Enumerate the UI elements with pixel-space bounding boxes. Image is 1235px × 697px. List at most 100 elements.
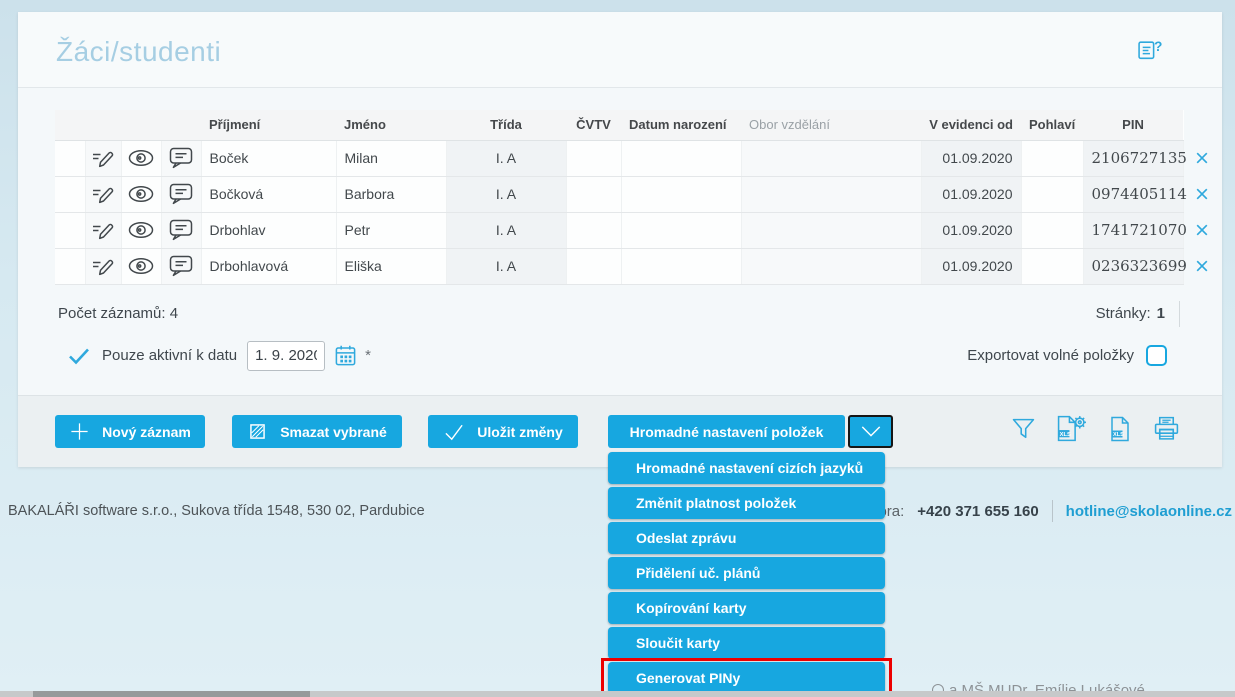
header-surname[interactable]: Příjmení xyxy=(201,110,336,140)
cell-cvtv xyxy=(566,140,621,176)
pin-value: 2106727135 xyxy=(1092,149,1187,167)
menu-item-change-validity[interactable]: Změnit platnost položek xyxy=(608,487,885,519)
scrollbar-thumb[interactable] xyxy=(33,691,310,697)
cell-pin: 1741721070 xyxy=(1083,212,1183,248)
pin-value: 0236323699 xyxy=(1092,257,1187,275)
record-count-label: Počet záznamů: xyxy=(58,305,166,322)
header-blank xyxy=(121,110,161,140)
table-summary: Počet záznamů: 4 Stránky: 1 xyxy=(58,301,1180,327)
delete-selected-button[interactable]: Smazat vybrané xyxy=(232,415,402,448)
header-blank xyxy=(85,110,121,140)
pages-value[interactable]: 1 xyxy=(1157,305,1165,322)
eye-icon[interactable] xyxy=(121,176,161,212)
record-count-value: 4 xyxy=(170,305,178,322)
header-gender[interactable]: Pohlaví xyxy=(1021,110,1083,140)
xls-gear-icon[interactable] xyxy=(1056,415,1087,442)
header-blank xyxy=(55,110,85,140)
footer-divider xyxy=(1052,500,1053,522)
bulk-settings-button[interactable]: Hromadné nastavení položek xyxy=(608,415,845,448)
clear-pin-x-icon[interactable] xyxy=(1196,224,1208,236)
row-select-cell xyxy=(55,176,85,212)
cell-since: 01.09.2020 xyxy=(921,140,1021,176)
new-record-label: Nový záznam xyxy=(102,424,191,440)
cell-pin: 0974405114 xyxy=(1083,176,1183,212)
menu-item-bulk-foreign-languages[interactable]: Hromadné nastavení cizích jazyků xyxy=(608,452,885,484)
table-row: Bočková Barbora I. A 01.09.2020 09744051… xyxy=(55,176,1183,212)
edit-pencil-icon[interactable] xyxy=(85,212,121,248)
cell-field xyxy=(741,248,921,284)
export-tools xyxy=(1012,415,1180,442)
table-row: Drbohlav Petr I. A 01.09.2020 1741721070 xyxy=(55,212,1183,248)
speech-bubble-icon[interactable] xyxy=(161,176,201,212)
cell-name: Petr xyxy=(336,212,446,248)
cell-field xyxy=(741,140,921,176)
support-email-link[interactable]: hotline@skolaonline.cz xyxy=(1066,503,1232,520)
header-class[interactable]: Třída xyxy=(446,110,566,140)
cell-gender xyxy=(1021,140,1083,176)
clear-pin-x-icon[interactable] xyxy=(1196,152,1208,164)
header-since[interactable]: V evidenci od xyxy=(921,110,1021,140)
speech-bubble-icon[interactable] xyxy=(161,140,201,176)
cell-gender xyxy=(1021,248,1083,284)
filter-row: Pouze aktivní k datu * Exportovat volné … xyxy=(68,341,1167,371)
footer-company: BAKALÁŘI software s.r.o., Sukova třída 1… xyxy=(8,503,425,519)
cell-surname: Bočková xyxy=(201,176,336,212)
cell-name: Barbora xyxy=(336,176,446,212)
xls-file-icon[interactable] xyxy=(1108,416,1132,442)
menu-item-copy-card[interactable]: Kopírování karty xyxy=(608,592,885,624)
cell-field xyxy=(741,176,921,212)
header-birthdate[interactable]: Datum narození xyxy=(621,110,741,140)
panel-header: Žáci/studenti xyxy=(18,12,1222,88)
printer-icon[interactable] xyxy=(1153,416,1180,441)
edit-pencil-icon[interactable] xyxy=(85,176,121,212)
cell-surname: Drbohlavová xyxy=(201,248,336,284)
help-icon[interactable] xyxy=(1137,38,1164,63)
header-field[interactable]: Obor vzdělání xyxy=(741,110,921,140)
header-cvtv[interactable]: ČVTV xyxy=(566,110,621,140)
cell-field xyxy=(741,212,921,248)
date-input[interactable] xyxy=(247,341,325,371)
cell-birthdate xyxy=(621,248,741,284)
eye-icon[interactable] xyxy=(121,140,161,176)
cell-pin: 0236323699 xyxy=(1083,248,1183,284)
header-name[interactable]: Jméno xyxy=(336,110,446,140)
cell-cvtv xyxy=(566,212,621,248)
menu-item-merge-cards[interactable]: Sloučit karty xyxy=(608,627,885,659)
clear-pin-x-icon[interactable] xyxy=(1196,188,1208,200)
cell-birthdate xyxy=(621,212,741,248)
pagination: Stránky: 1 xyxy=(1096,301,1180,327)
bulk-settings-label: Hromadné nastavení položek xyxy=(630,424,824,440)
export-label: Exportovat volné položky xyxy=(967,347,1134,364)
export-checkbox[interactable] xyxy=(1146,345,1167,366)
students-panel: Žáci/studenti Příjmení Jméno Třída ČVTV … xyxy=(18,12,1222,467)
cell-surname: Drbohlav xyxy=(201,212,336,248)
menu-item-generate-pins[interactable]: Generovat PINy xyxy=(608,662,885,694)
pin-value: 1741721070 xyxy=(1092,221,1187,239)
delete-selected-label: Smazat vybrané xyxy=(280,424,387,440)
active-checkbox-check-icon[interactable] xyxy=(68,347,90,365)
menu-item-assign-curricula[interactable]: Přidělení uč. plánů xyxy=(608,557,885,589)
edit-pencil-icon[interactable] xyxy=(85,140,121,176)
speech-bubble-icon[interactable] xyxy=(161,212,201,248)
row-select-cell xyxy=(55,212,85,248)
chevron-down-icon xyxy=(860,425,882,438)
eye-icon[interactable] xyxy=(121,212,161,248)
cell-gender xyxy=(1021,176,1083,212)
save-changes-label: Uložit změny xyxy=(477,424,563,440)
save-changes-button[interactable]: Uložit změny xyxy=(428,415,578,448)
funnel-icon[interactable] xyxy=(1012,417,1035,440)
new-record-button[interactable]: Nový záznam xyxy=(55,415,205,448)
header-pin[interactable]: PIN xyxy=(1083,110,1183,140)
speech-bubble-icon[interactable] xyxy=(161,248,201,284)
calendar-icon[interactable] xyxy=(334,344,357,367)
students-table: Příjmení Jméno Třída ČVTV Datum narození… xyxy=(55,110,1184,285)
pages-label: Stránky: xyxy=(1096,305,1151,322)
horizontal-scrollbar[interactable] xyxy=(0,691,1235,697)
bulk-settings-dropdown-button[interactable] xyxy=(848,415,893,448)
menu-item-send-message[interactable]: Odeslat zprávu xyxy=(608,522,885,554)
eye-icon[interactable] xyxy=(121,248,161,284)
clear-pin-x-icon[interactable] xyxy=(1196,260,1208,272)
cell-since: 01.09.2020 xyxy=(921,248,1021,284)
edit-pencil-icon[interactable] xyxy=(85,248,121,284)
cell-class: I. A xyxy=(446,212,566,248)
